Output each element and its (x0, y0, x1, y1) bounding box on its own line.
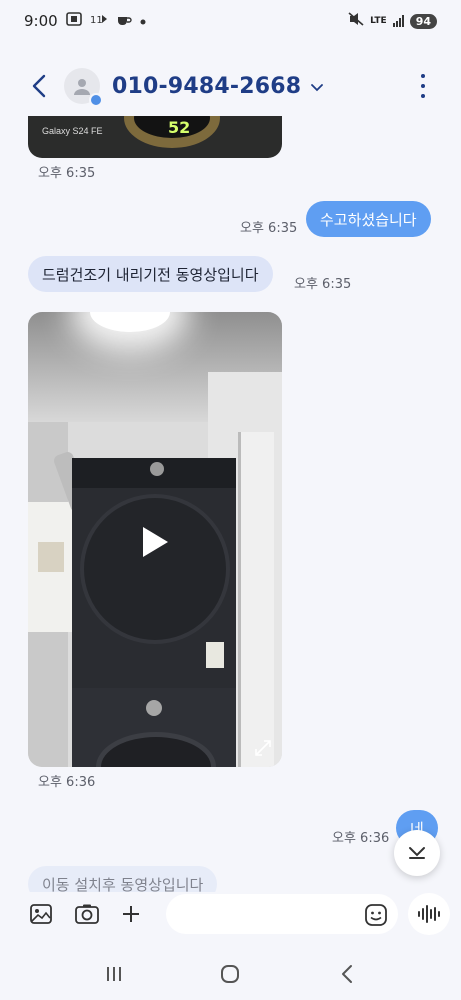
message-time: 오후 6:35 (240, 221, 298, 236)
more-options-button[interactable] (413, 74, 433, 98)
chevron-down-icon[interactable] (311, 77, 324, 96)
status-right: LTE 94 (348, 12, 437, 30)
dot-icon (140, 14, 146, 29)
washer-knob (146, 700, 162, 716)
play-icon (143, 527, 168, 557)
screenshot-icon (65, 12, 82, 30)
energy-label (206, 642, 224, 668)
expand-icon (255, 740, 271, 756)
attach-button[interactable] (116, 899, 146, 929)
message-composer (0, 890, 461, 938)
chevron-down-icon (409, 847, 425, 859)
signal-icon (392, 15, 404, 27)
dryer-knob (150, 462, 164, 476)
status-time: 9:00 (24, 12, 58, 30)
message-text: 드럼건조기 내리기전 동영상입니다 (42, 265, 259, 284)
message-time: 오후 6:36 (332, 831, 390, 846)
mute-icon (348, 12, 364, 30)
status-bar: 9:00 11 LTE 94 (0, 0, 461, 42)
message-time: 오후 6:35 (38, 166, 96, 181)
recent-apps-button[interactable] (94, 954, 134, 994)
system-nav-bar (0, 948, 461, 1000)
play-button[interactable] (135, 522, 175, 562)
status-left: 9:00 11 (24, 12, 146, 30)
conversation-header: 010-9484-2668 (0, 56, 461, 116)
video-message[interactable] (28, 312, 282, 767)
person-icon (74, 79, 90, 95)
contact-avatar[interactable] (64, 68, 103, 107)
menu-dot (421, 94, 425, 98)
network-label: LTE (370, 16, 387, 26)
back-arrow-icon (32, 74, 46, 98)
chat-badge-icon (89, 93, 103, 107)
incoming-message[interactable]: 드럼건조기 내리기전 동영상입니다 (28, 256, 273, 292)
menu-dot (421, 74, 425, 78)
voice-waveform-icon (418, 905, 440, 923)
message-text: 수고하셨습니다 (320, 210, 417, 229)
dryer-door (80, 494, 230, 644)
video-frame-door (238, 432, 274, 767)
dryer-panel (72, 458, 236, 488)
message-time: 오후 6:35 (294, 277, 352, 292)
plus-icon (123, 906, 139, 922)
video-frame-washer (72, 688, 236, 767)
message-list[interactable]: 52 Galaxy S24 FE 오후 6:35 오후 6:35 수고하셨습니다… (0, 116, 461, 892)
outgoing-message[interactable]: 수고하셨습니다 (306, 201, 431, 237)
video-frame-boiler (28, 502, 76, 632)
incoming-message[interactable]: 이동 설치후 동영상입니다 (28, 866, 218, 892)
image-message[interactable]: 52 Galaxy S24 FE (28, 116, 282, 158)
recents-icon (107, 967, 122, 981)
menu-dot (421, 84, 425, 88)
contact-name[interactable]: 010-9484-2668 (112, 74, 301, 99)
boiler-label (38, 542, 64, 572)
expand-button[interactable] (254, 739, 272, 757)
back-icon (341, 965, 352, 983)
home-button[interactable] (210, 954, 250, 994)
image-caption: Galaxy S24 FE (42, 126, 103, 136)
gallery-button[interactable] (26, 899, 56, 929)
call-status-icon: 11 (90, 13, 108, 29)
camera-button[interactable] (72, 899, 102, 929)
nav-back-button[interactable] (327, 954, 367, 994)
back-button[interactable] (24, 66, 54, 106)
camera-icon (75, 904, 99, 924)
battery-icon: 94 (409, 13, 437, 29)
voice-record-button[interactable] (408, 893, 450, 935)
sticker-icon (365, 904, 387, 926)
message-time: 오후 6:36 (38, 775, 96, 790)
scroll-to-bottom-button[interactable] (394, 830, 440, 876)
gallery-icon (30, 904, 52, 924)
home-icon (221, 965, 240, 983)
emoji-button[interactable] (364, 903, 388, 927)
washer-door (96, 732, 216, 767)
coffee-icon (116, 12, 132, 30)
svg-text:11: 11 (90, 15, 103, 25)
watch-display: 52 (168, 118, 191, 137)
